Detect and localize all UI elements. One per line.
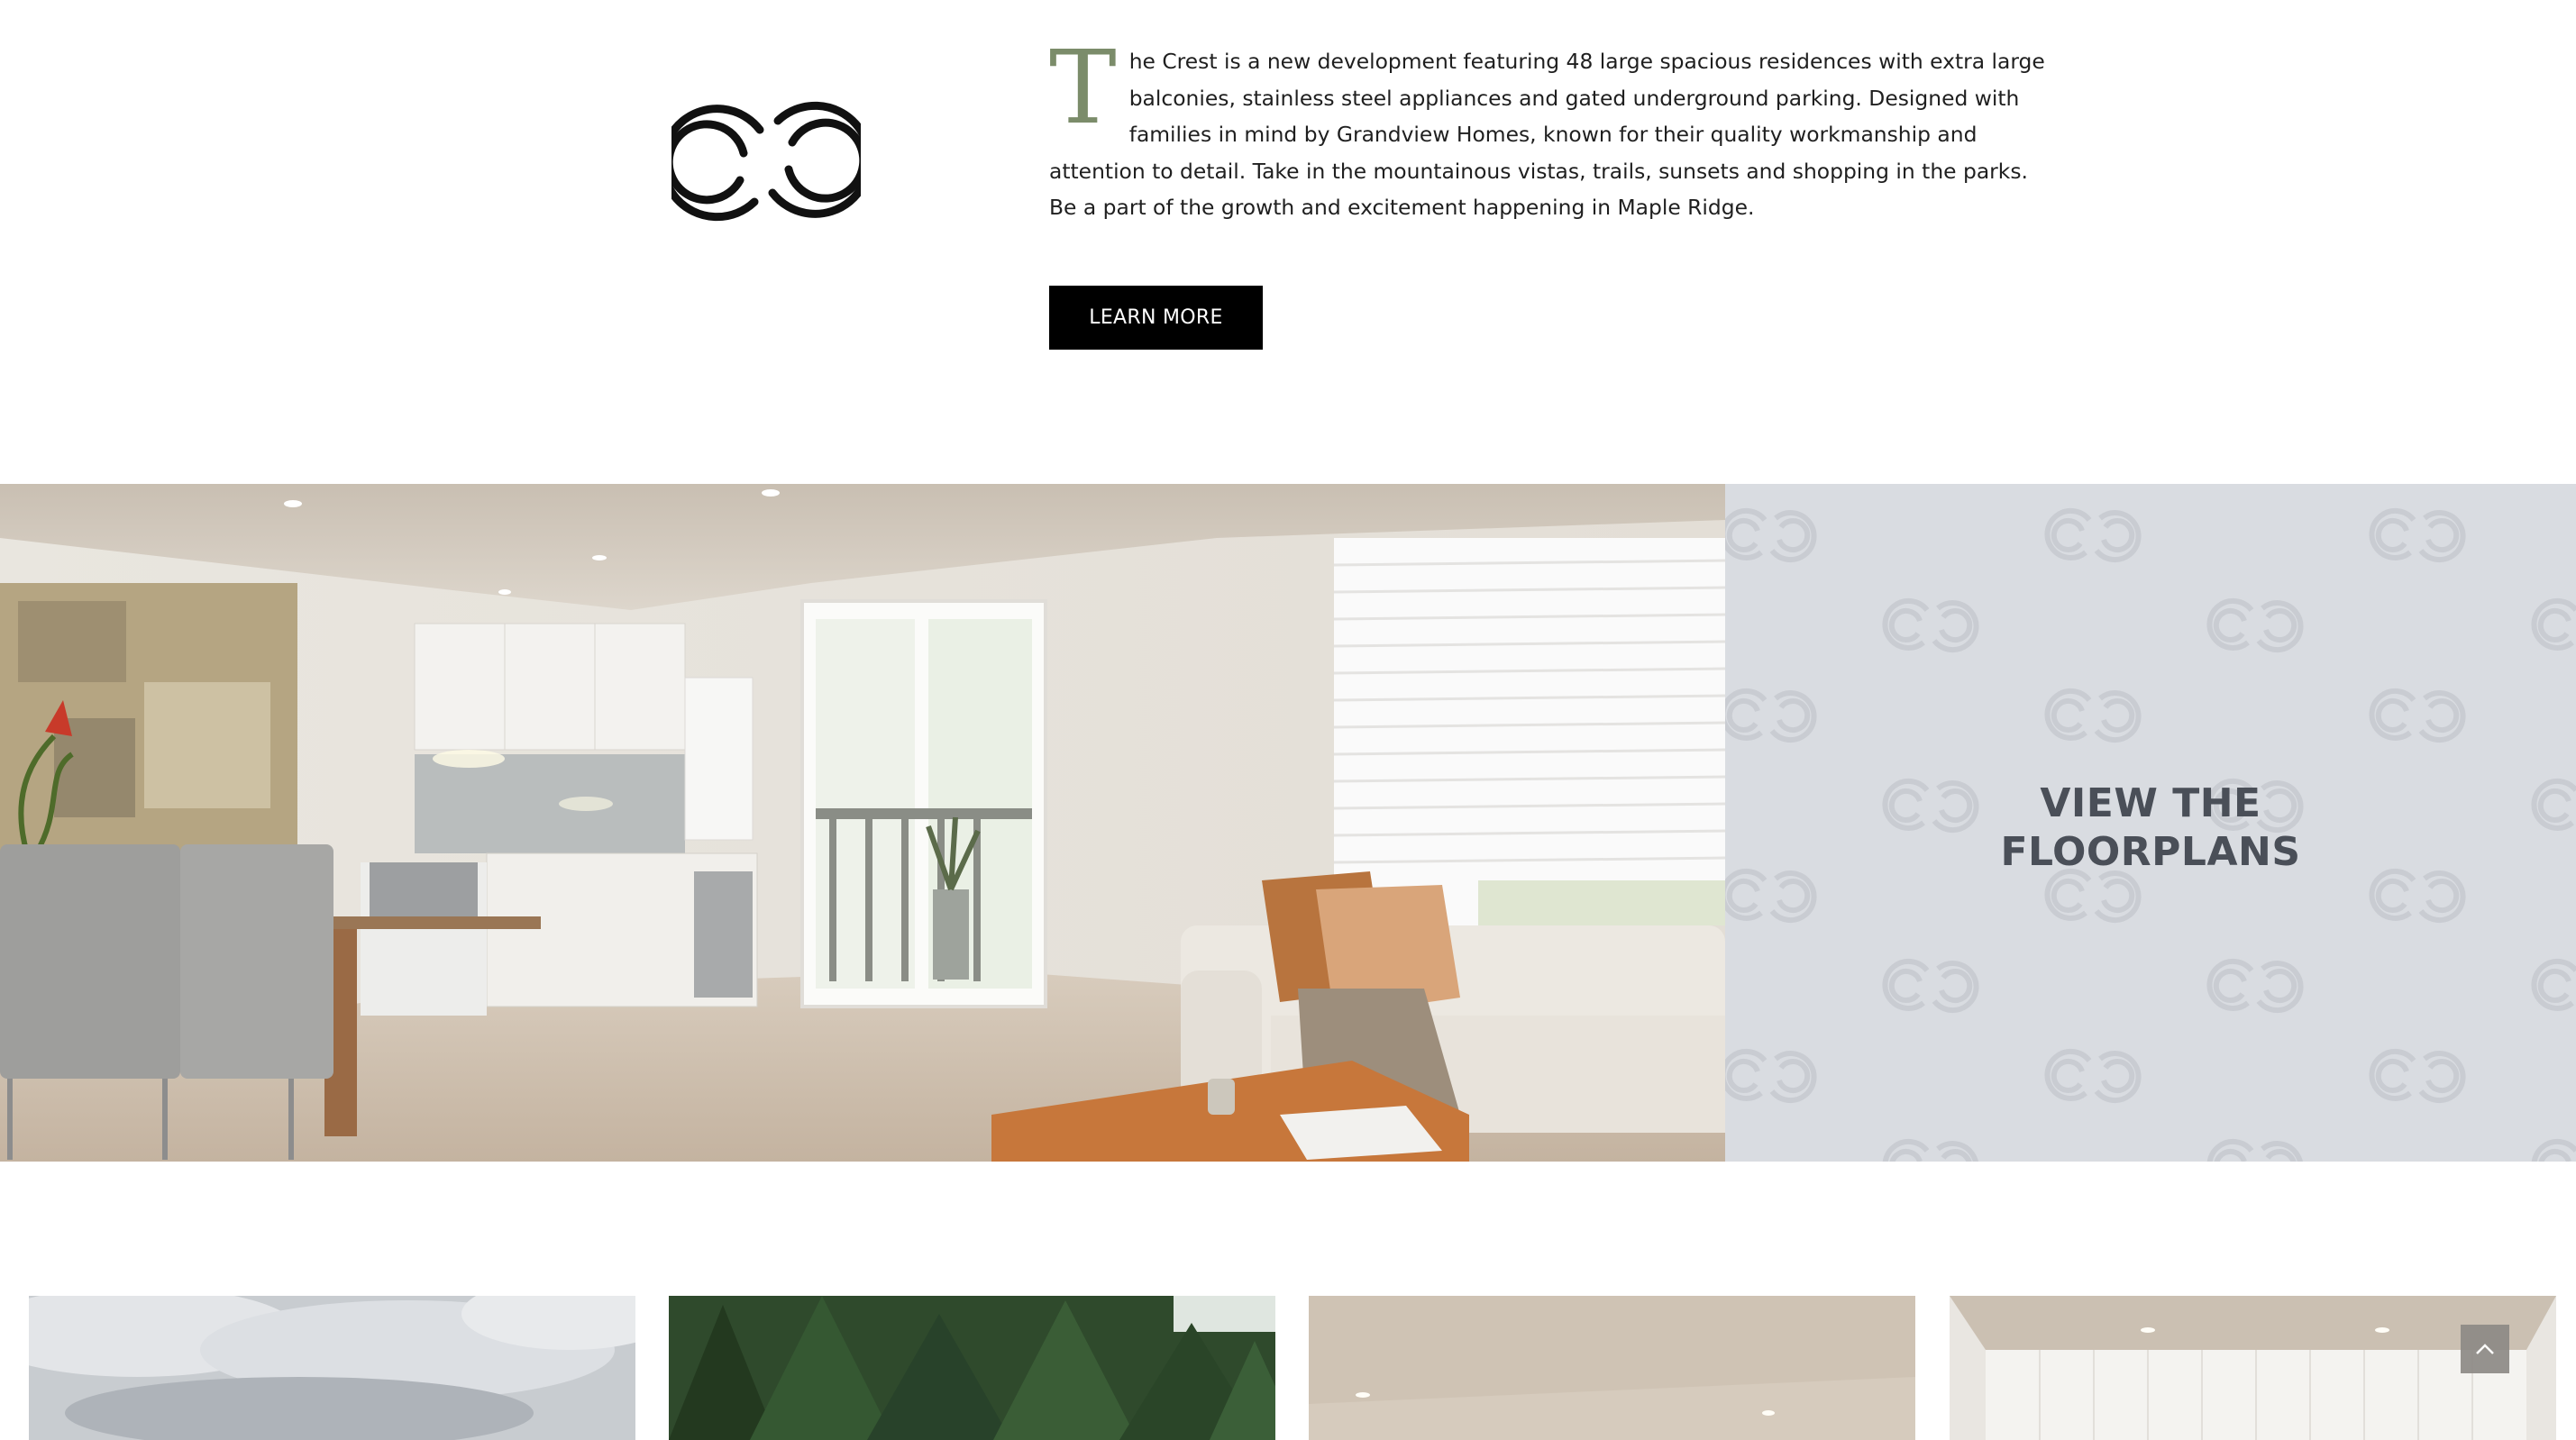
intro-section: T he Crest is a new development featurin…	[0, 0, 2576, 484]
view-floorplans-panel[interactable]: VIEW THE FLOORPLANS	[1725, 484, 2576, 1162]
scroll-to-top-button[interactable]	[2461, 1325, 2509, 1373]
sky-clouds-image[interactable]	[29, 1296, 635, 1440]
feature-band: VIEW THE FLOORPLANS	[0, 484, 2576, 1162]
interior-ceiling-image[interactable]	[1309, 1296, 1915, 1440]
intro-body-text: he Crest is a new development featuring …	[1049, 49, 2045, 221]
intro-paragraph: T he Crest is a new development featurin…	[1049, 30, 2050, 226]
chevron-up-icon	[2476, 1344, 2494, 1354]
gallery-section	[0, 1162, 2576, 1440]
floorplans-line-2: FLOORPLANS	[2000, 829, 2301, 875]
interior-living-kitchen-image	[0, 484, 1725, 1162]
floorplans-line-1: VIEW THE	[2040, 780, 2261, 826]
learn-more-button[interactable]: LEARN MORE	[1049, 286, 1263, 350]
drop-cap: T	[1049, 30, 1117, 147]
forest-trees-image[interactable]	[669, 1296, 1275, 1440]
view-floorplans-title[interactable]: VIEW THE FLOORPLANS	[1725, 779, 2576, 877]
crest-logo-icon	[671, 101, 861, 222]
